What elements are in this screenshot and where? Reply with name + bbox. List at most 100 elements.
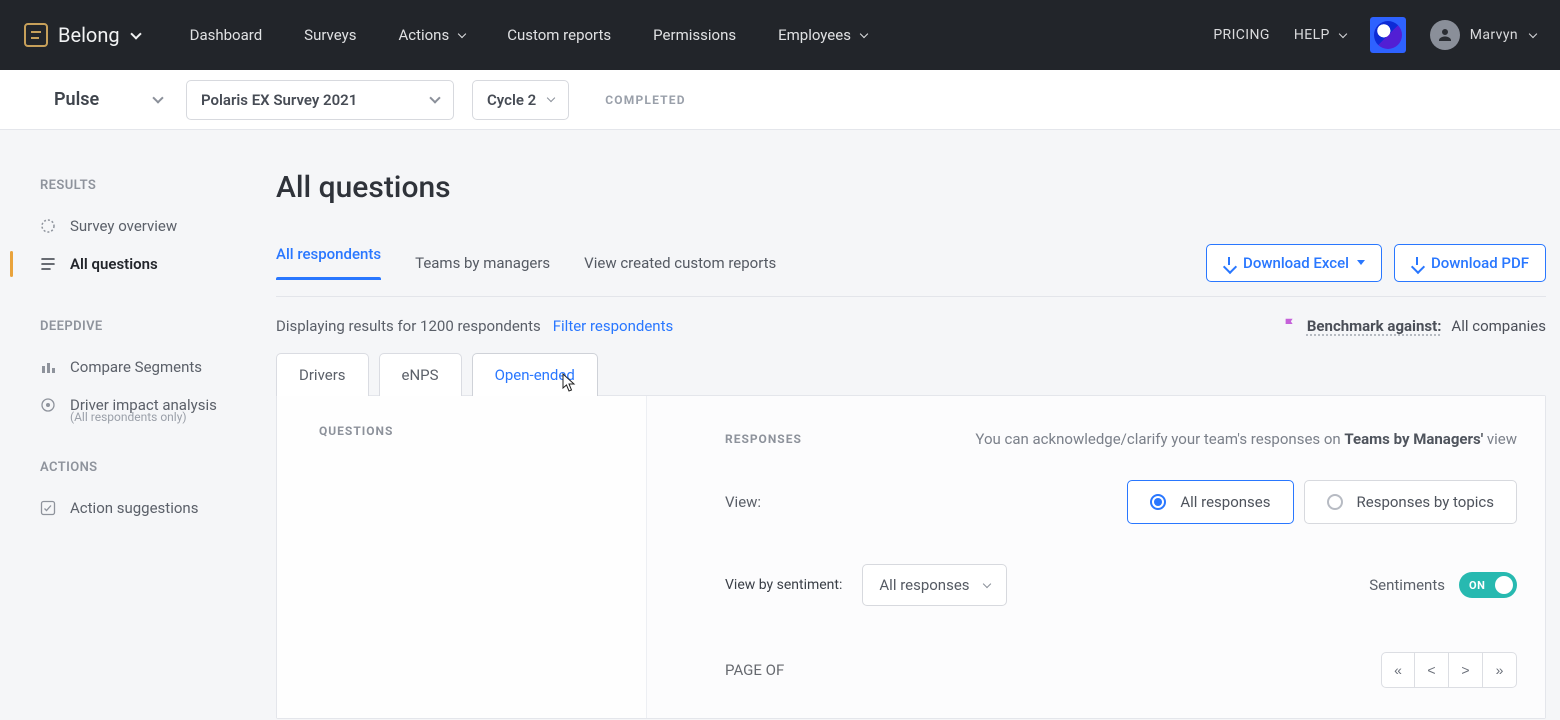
top-nav: Belong Dashboard Surveys Actions Custom … (0, 0, 1560, 70)
questions-heading: QUESTIONS (319, 424, 646, 438)
filter-row: Displaying results for 1200 respondents … (276, 297, 1546, 353)
status-badge: COMPLETED (605, 93, 686, 107)
download-pdf-label: Download PDF (1431, 254, 1529, 272)
nav-pricing[interactable]: PRICING (1213, 27, 1270, 43)
pager: « < > » (1381, 652, 1517, 688)
target-icon (40, 397, 56, 413)
panel-questions: QUESTIONS (277, 396, 647, 718)
tab-all-respondents[interactable]: All respondents (276, 235, 381, 296)
sidebar-heading-deepdive: DEEPDIVE (0, 319, 260, 348)
survey-select[interactable]: Polaris EX Survey 2021 (186, 80, 454, 120)
user-name: Marvyn (1470, 27, 1518, 43)
radio-responses-by-topics[interactable]: Responses by topics (1304, 480, 1518, 524)
filter-respondents-link[interactable]: Filter respondents (553, 317, 674, 335)
page-title: All questions (276, 170, 1546, 205)
sidebar-item-survey-overview[interactable]: Survey overview (0, 207, 260, 245)
pagination-row: PAGE OF « < > » (725, 652, 1517, 688)
tab-drivers[interactable]: Drivers (276, 353, 369, 396)
radio-icon (1150, 494, 1166, 510)
radio-icon (1327, 494, 1343, 510)
program-label: Pulse (54, 89, 99, 110)
nav-help[interactable]: HELP (1294, 27, 1346, 43)
user-menu[interactable]: Marvyn (1430, 20, 1536, 50)
sidebar-heading-actions: ACTIONS (0, 460, 260, 489)
avatar-icon (1430, 20, 1460, 50)
nav-help-label: HELP (1294, 27, 1330, 43)
results-count-text: Displaying results for 1200 respondents (276, 317, 541, 335)
sub-header: Pulse Polaris EX Survey 2021 Cycle 2 COM… (0, 70, 1560, 130)
download-excel-label: Download Excel (1243, 254, 1349, 272)
sidebar-label: Survey overview (70, 217, 177, 235)
tab-teams-by-managers[interactable]: Teams by managers (415, 244, 550, 288)
pager-first-button[interactable]: « (1381, 652, 1415, 688)
download-icon (1411, 257, 1423, 269)
radio-label: Responses by topics (1357, 493, 1495, 511)
sentiment-label: View by sentiment: (725, 577, 842, 593)
circle-outline-icon (40, 218, 56, 234)
nav-custom-reports[interactable]: Custom reports (507, 26, 611, 44)
view-row: View: All responses Responses by topics (725, 480, 1517, 524)
brand-menu[interactable]: Belong (24, 23, 140, 47)
sidebar: RESULTS Survey overview All questions DE… (0, 130, 260, 720)
sidebar-item-compare-segments[interactable]: Compare Segments (0, 348, 260, 386)
chevron-down-icon (130, 28, 141, 39)
cycle-select[interactable]: Cycle 2 (472, 80, 569, 120)
responses-heading: RESPONSES (725, 430, 802, 446)
sidebar-item-action-suggestions[interactable]: Action suggestions (0, 489, 260, 527)
checkbox-icon (40, 500, 56, 516)
list-icon (40, 256, 56, 272)
panel-responses: RESPONSES You can acknowledge/clarify yo… (647, 396, 1545, 718)
flag-icon (1283, 317, 1297, 335)
sentiments-toggle[interactable]: ON (1459, 572, 1517, 598)
tab-enps[interactable]: eNPS (379, 353, 462, 396)
sidebar-label: All questions (70, 255, 158, 273)
sidebar-item-all-questions[interactable]: All questions (0, 245, 260, 283)
main: RESULTS Survey overview All questions DE… (0, 130, 1560, 720)
chevron-down-icon (982, 579, 990, 587)
nav-right: PRICING HELP Marvyn (1213, 17, 1536, 53)
sidebar-label: Action suggestions (70, 499, 198, 517)
content: All questions All respondents Teams by m… (260, 130, 1560, 720)
sidebar-label: Driver impact analysis (70, 396, 217, 414)
pager-prev-button[interactable]: < (1415, 652, 1449, 688)
toggle-state: ON (1469, 579, 1485, 592)
nav-dashboard[interactable]: Dashboard (190, 26, 263, 44)
brand-name: Belong (58, 23, 120, 47)
chevron-down-icon (1529, 29, 1537, 37)
download-pdf-button[interactable]: Download PDF (1394, 244, 1546, 282)
chevron-down-icon (458, 29, 466, 37)
view-tabs: All respondents Teams by managers View c… (276, 235, 1546, 297)
chevron-down-icon (152, 92, 163, 103)
sentiment-select-value: All responses (879, 576, 969, 594)
ack-text: You can acknowledge/clarify your team's … (842, 430, 1517, 448)
pager-last-button[interactable]: » (1483, 652, 1517, 688)
survey-label: Polaris EX Survey 2021 (201, 91, 357, 109)
benchmark-label: Benchmark against: (1307, 317, 1442, 335)
tab-open-ended[interactable]: Open-ended (472, 353, 598, 396)
nav-permissions[interactable]: Permissions (653, 26, 736, 44)
download-icon (1223, 257, 1235, 269)
sidebar-label: Compare Segments (70, 358, 202, 376)
download-excel-button[interactable]: Download Excel (1206, 244, 1382, 282)
sidebar-item-driver-impact[interactable]: Driver impact analysis (0, 386, 260, 416)
sentiment-row: View by sentiment: All responses Sentime… (725, 564, 1517, 606)
nav-employees-label: Employees (778, 26, 851, 44)
tab-view-custom-reports[interactable]: View created custom reports (584, 244, 776, 288)
chevron-down-icon (1339, 29, 1347, 37)
radio-all-responses[interactable]: All responses (1127, 480, 1293, 524)
bar-chart-icon (40, 359, 56, 375)
page-label: PAGE OF (725, 661, 784, 679)
nav-actions-label: Actions (398, 26, 449, 44)
benchmark[interactable]: Benchmark against: All companies (1283, 317, 1546, 335)
pager-next-button[interactable]: > (1449, 652, 1483, 688)
nav-surveys[interactable]: Surveys (304, 26, 356, 44)
sentiments-toggle-label: Sentiments (1369, 576, 1445, 594)
benchmark-value: All companies (1451, 317, 1546, 335)
nav-actions[interactable]: Actions (398, 26, 465, 44)
program-select[interactable]: Pulse (50, 85, 168, 114)
nav-employees[interactable]: Employees (778, 26, 867, 44)
sentiment-select[interactable]: All responses (862, 564, 1006, 606)
cycle-label: Cycle 2 (487, 91, 536, 109)
app-logo-icon[interactable] (1370, 17, 1406, 53)
sidebar-heading-results: RESULTS (0, 178, 260, 207)
